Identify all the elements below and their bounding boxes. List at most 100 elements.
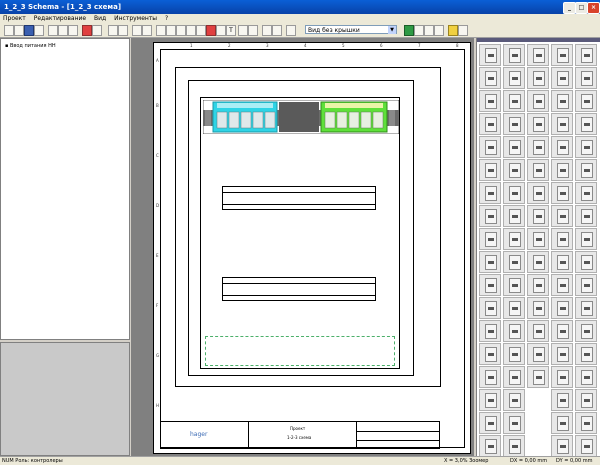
monitor-icon[interactable] xyxy=(238,25,248,36)
catalog-item[interactable] xyxy=(479,159,501,181)
tool-icon[interactable] xyxy=(286,25,296,36)
cut-icon[interactable] xyxy=(48,25,58,36)
catalog-item[interactable] xyxy=(527,366,549,388)
menu-project[interactable]: Проект xyxy=(3,15,26,22)
cabinet-icon[interactable] xyxy=(272,25,282,36)
catalog-item[interactable] xyxy=(479,182,501,204)
line-icon[interactable] xyxy=(132,25,142,36)
catalog-item[interactable] xyxy=(551,251,573,273)
top-rail-modules[interactable] xyxy=(203,100,399,134)
zoom-area-icon[interactable] xyxy=(434,25,444,36)
catalog-item[interactable] xyxy=(527,136,549,158)
catalog-item[interactable] xyxy=(479,113,501,135)
rectangle-icon[interactable] xyxy=(156,25,166,36)
delete-icon[interactable] xyxy=(82,25,92,36)
catalog-item[interactable] xyxy=(479,320,501,342)
view-select[interactable]: Вид без крышки ▼ xyxy=(305,25,397,34)
catalog-item[interactable] xyxy=(479,366,501,388)
catalog-item[interactable] xyxy=(503,159,525,181)
catalog-item[interactable] xyxy=(551,366,573,388)
catalog-item[interactable] xyxy=(575,366,597,388)
menu-help[interactable]: ? xyxy=(165,15,168,22)
catalog-item[interactable] xyxy=(503,228,525,250)
menu-edit[interactable]: Редактирование xyxy=(34,15,86,22)
catalog-item[interactable] xyxy=(527,44,549,66)
zoom-in-icon[interactable] xyxy=(404,25,414,36)
catalog-item[interactable] xyxy=(551,67,573,89)
catalog-item[interactable] xyxy=(575,67,597,89)
text-box-icon[interactable] xyxy=(176,25,186,36)
main-switch[interactable] xyxy=(279,102,319,132)
catalog-item[interactable] xyxy=(479,67,501,89)
catalog-item[interactable] xyxy=(575,435,597,456)
print-icon[interactable] xyxy=(34,25,44,36)
catalog-item[interactable] xyxy=(527,297,549,319)
menu-view[interactable]: Вид xyxy=(94,15,106,22)
color-icon[interactable] xyxy=(206,25,216,36)
empty-rail-2[interactable] xyxy=(222,186,376,210)
catalog-item[interactable] xyxy=(551,182,573,204)
catalog-item[interactable] xyxy=(503,182,525,204)
catalog-item[interactable] xyxy=(551,412,573,434)
catalog-item[interactable] xyxy=(479,343,501,365)
catalog-item[interactable] xyxy=(479,389,501,411)
catalog-item[interactable] xyxy=(527,251,549,273)
catalog-item[interactable] xyxy=(527,113,549,135)
catalog-item[interactable] xyxy=(479,435,501,456)
catalog-item[interactable] xyxy=(527,343,549,365)
properties-icon[interactable] xyxy=(458,25,468,36)
field-icon[interactable] xyxy=(166,25,176,36)
catalog-item[interactable] xyxy=(575,113,597,135)
line-dash-icon[interactable] xyxy=(142,25,152,36)
catalog-item[interactable] xyxy=(479,228,501,250)
catalog-item[interactable] xyxy=(551,389,573,411)
catalog-item[interactable] xyxy=(575,182,597,204)
catalog-item[interactable] xyxy=(503,67,525,89)
menu-tools[interactable]: Инструменты xyxy=(114,15,157,22)
catalog-item[interactable] xyxy=(479,90,501,112)
catalog-item[interactable] xyxy=(503,251,525,273)
catalog-item[interactable] xyxy=(551,297,573,319)
new-icon[interactable] xyxy=(4,25,14,36)
catalog-item[interactable] xyxy=(527,228,549,250)
empty-rail-3[interactable] xyxy=(222,277,376,301)
catalog-item[interactable] xyxy=(503,366,525,388)
frame-icon[interactable] xyxy=(248,25,258,36)
panel-icon[interactable] xyxy=(262,25,272,36)
catalog-item[interactable] xyxy=(551,205,573,227)
layers-icon[interactable] xyxy=(448,25,458,36)
catalog-item[interactable] xyxy=(503,389,525,411)
catalog-item[interactable] xyxy=(551,228,573,250)
font-icon[interactable] xyxy=(186,25,196,36)
catalog-item[interactable] xyxy=(551,113,573,135)
catalog-item[interactable] xyxy=(575,159,597,181)
catalog-item[interactable] xyxy=(527,90,549,112)
zoom-out-icon[interactable] xyxy=(414,25,424,36)
catalog-item[interactable] xyxy=(575,228,597,250)
catalog-item[interactable] xyxy=(575,90,597,112)
catalog-item[interactable] xyxy=(503,113,525,135)
catalog-item[interactable] xyxy=(551,44,573,66)
catalog-item[interactable] xyxy=(527,320,549,342)
catalog-item[interactable] xyxy=(575,44,597,66)
catalog-item[interactable] xyxy=(479,297,501,319)
zoom-fit-icon[interactable] xyxy=(424,25,434,36)
catalog-item[interactable] xyxy=(575,297,597,319)
catalog-item[interactable] xyxy=(503,44,525,66)
tree-item-power-input[interactable]: ▪ Ввод питания НН xyxy=(5,43,56,49)
catalog-item[interactable] xyxy=(551,320,573,342)
catalog-item[interactable] xyxy=(503,320,525,342)
catalog-item[interactable] xyxy=(503,435,525,456)
catalog-item[interactable] xyxy=(575,343,597,365)
catalog-item[interactable] xyxy=(503,136,525,158)
catalog-item[interactable] xyxy=(527,205,549,227)
align-left-icon[interactable] xyxy=(118,25,128,36)
catalog-item[interactable] xyxy=(479,205,501,227)
catalog-item[interactable] xyxy=(551,343,573,365)
catalog-item[interactable] xyxy=(575,320,597,342)
catalog-item[interactable] xyxy=(503,297,525,319)
catalog-item[interactable] xyxy=(527,67,549,89)
catalog-item[interactable] xyxy=(527,182,549,204)
catalog-item[interactable] xyxy=(479,44,501,66)
catalog-item[interactable] xyxy=(479,136,501,158)
